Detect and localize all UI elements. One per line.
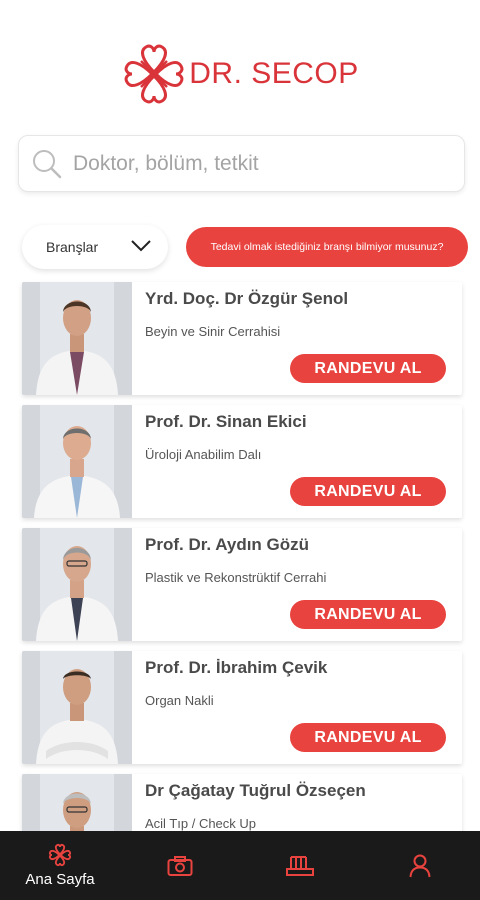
doctor-card[interactable]: Prof. Dr. İbrahim Çevik Organ Nakli RAND…: [22, 651, 462, 764]
doctor-department: Plastik ve Rekonstrüktif Cerrahi: [145, 570, 327, 585]
doctor-card[interactable]: Prof. Dr. Sinan Ekici Üroloji Anabilim D…: [22, 405, 462, 518]
nav-home[interactable]: Ana Sayfa: [0, 831, 120, 900]
brand-name: DR. SECOP: [189, 57, 359, 90]
book-appointment-button[interactable]: RANDEVU AL: [290, 723, 446, 752]
nav-records[interactable]: [240, 831, 360, 900]
search-input[interactable]: [73, 151, 464, 176]
chevron-down-icon: [131, 240, 151, 252]
book-appointment-button[interactable]: RANDEVU AL: [290, 477, 446, 506]
filters-row: Branşlar Tedavi olmak istediğiniz branşı…: [22, 225, 468, 269]
book-appointment-button[interactable]: RANDEVU AL: [290, 600, 446, 629]
doctor-name: Prof. Dr. İbrahim Çevik: [145, 658, 328, 677]
doctor-name: Yrd. Doç. Dr Özgür Şenol: [145, 289, 349, 308]
search-bar[interactable]: [18, 135, 465, 192]
records-icon: [286, 855, 314, 876]
nav-profile[interactable]: [360, 831, 480, 900]
doctor-name: Prof. Dr. Aydın Gözü: [145, 535, 310, 554]
logo-clover-icon: [124, 44, 184, 104]
doctor-department: Organ Nakli: [145, 693, 214, 708]
doctor-department: Acil Tıp / Check Up: [145, 816, 257, 831]
nav-camera[interactable]: [120, 831, 240, 900]
branch-help-button[interactable]: Tedavi olmak istediğiniz branşı bilmiyor…: [186, 227, 468, 267]
doctor-card[interactable]: Yrd. Doç. Dr Özgür Şenol Beyin ve Sinir …: [22, 282, 462, 395]
doctor-photo: [22, 651, 132, 764]
branch-select-label: Branşlar: [46, 239, 99, 255]
app-logo: DR. SECOP: [0, 38, 480, 110]
doctor-photo: [22, 528, 132, 641]
doctor-photo: [22, 405, 132, 518]
search-icon: [33, 149, 62, 178]
nav-home-label: Ana Sayfa: [25, 871, 95, 888]
branch-select[interactable]: Branşlar: [22, 225, 168, 269]
doctor-department: Beyin ve Sinir Cerrahisi: [145, 324, 281, 339]
doctor-photo: [22, 282, 132, 395]
profile-icon: [409, 854, 431, 877]
doctor-card[interactable]: Prof. Dr. Aydın Gözü Plastik ve Rekonstr…: [22, 528, 462, 641]
doctor-department: Üroloji Anabilim Dalı: [145, 447, 262, 462]
camera-icon: [167, 855, 193, 876]
bottom-nav: Ana Sayfa: [0, 831, 480, 900]
doctor-name: Dr Çağatay Tuğrul Özseçen: [145, 781, 366, 800]
clover-heart-icon: [48, 843, 72, 867]
doctor-name: Prof. Dr. Sinan Ekici: [145, 412, 307, 431]
book-appointment-button[interactable]: RANDEVU AL: [290, 354, 446, 383]
